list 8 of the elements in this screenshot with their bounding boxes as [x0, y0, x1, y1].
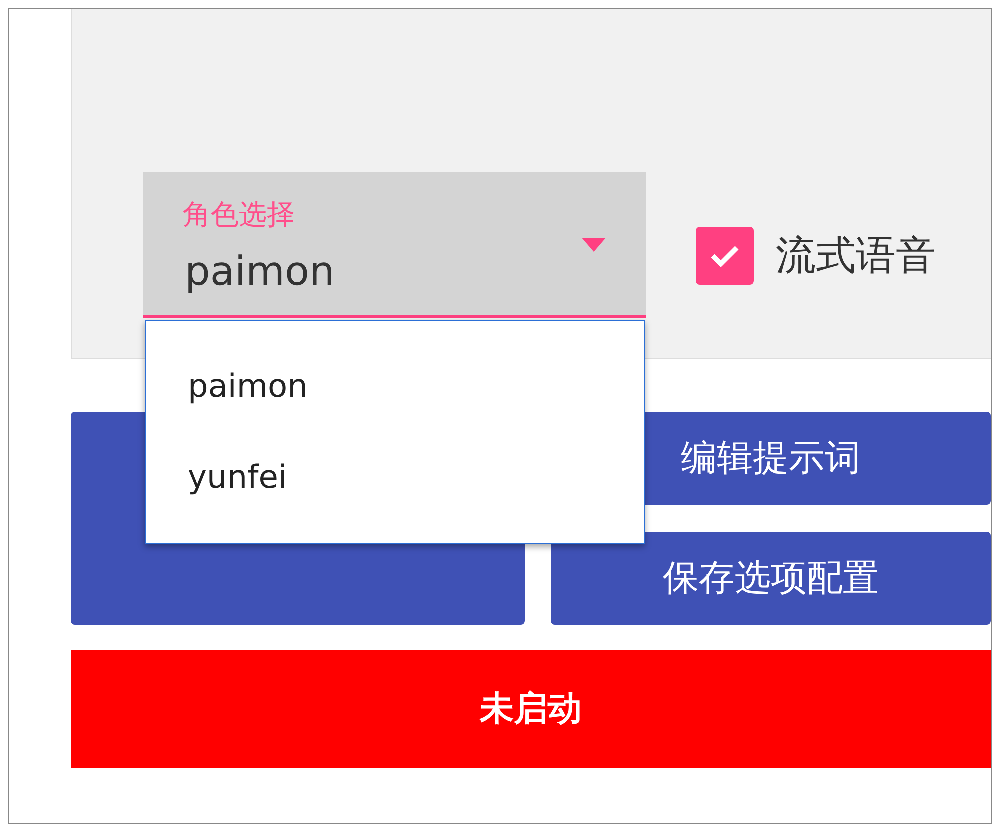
checkbox[interactable]: [696, 227, 754, 285]
checkbox-label: 流式语音: [776, 232, 936, 281]
caret-icon[interactable]: [582, 238, 606, 252]
check-icon: [710, 244, 740, 268]
action-button[interactable]: 保存选项配置: [551, 532, 991, 625]
status-button[interactable]: 未启动: [71, 650, 991, 768]
field-label: 角色选择: [183, 197, 295, 233]
field-value: paimon: [185, 248, 335, 297]
